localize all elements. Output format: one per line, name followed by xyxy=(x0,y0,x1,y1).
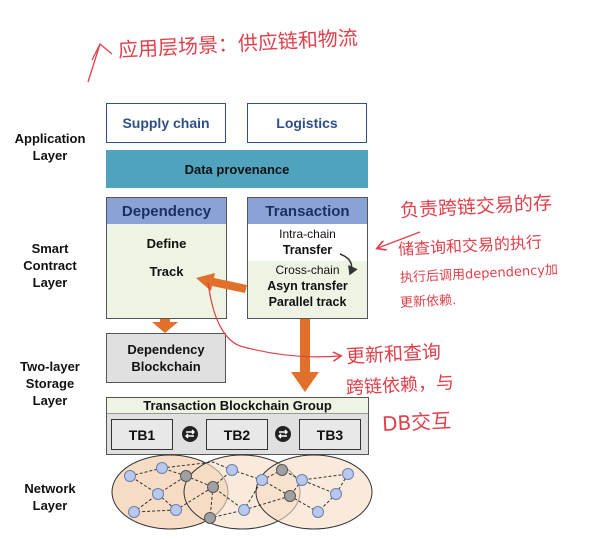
network-cluster-right xyxy=(255,454,373,530)
swap-icon-1 xyxy=(182,426,198,442)
network-graph xyxy=(111,454,373,530)
mid-annotation-1: 更新和查询 xyxy=(345,341,442,368)
arrow-transaction-to-track xyxy=(196,273,247,293)
mid-annotation-3: DB交互 xyxy=(381,408,452,436)
annotation-top-arrow xyxy=(87,42,113,83)
swap-icon-2 xyxy=(275,426,291,442)
right-annotation-4: 更新依赖. xyxy=(399,293,457,311)
arrow-to-dependency-blockchain xyxy=(152,319,178,333)
cross-chain-curve-arrow xyxy=(339,253,358,276)
annotation-mid-arrow xyxy=(207,281,340,357)
